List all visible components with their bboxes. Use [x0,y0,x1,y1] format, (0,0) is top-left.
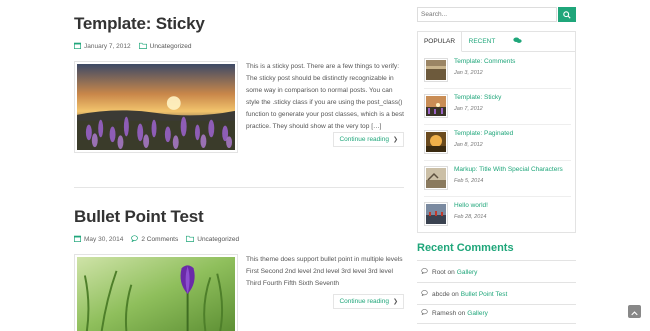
search-input[interactable] [417,7,557,22]
post-meta: May 30, 2014 2 Comments Uncategorized [74,235,404,244]
divider [417,323,576,324]
comment-on-label: on [451,290,459,298]
popular-item-date: Feb 5, 2014 [454,178,484,184]
tab-popular[interactable]: POPULAR [418,32,462,52]
scroll-to-top-button[interactable] [628,305,641,318]
popular-item-date: Jan 3, 2012 [454,70,483,76]
comment-author: Ramesh [432,309,457,317]
folder-icon [138,42,147,51]
post-category[interactable]: Uncategorized [186,235,239,244]
comment-post-link[interactable]: Gallery [457,269,478,276]
divider [417,282,576,283]
comment-on-label: on [447,268,455,276]
comment-icon [421,268,428,276]
post-title[interactable]: Template: Sticky [74,14,404,34]
post-date[interactable]: January 7, 2012 [74,42,131,51]
popular-item[interactable]: Markup: Title With Special Characters Fe… [424,161,571,197]
popular-thumbnail[interactable] [424,58,448,82]
recent-comment-item: Root on Gallery [421,268,477,276]
post-meta: January 7, 2012 Uncategorized [74,42,404,51]
popular-thumbnail[interactable] [424,130,448,154]
popular-item-date: Feb 28, 2014 [454,214,487,220]
recent-comment-item: Ramesh on Gallery [421,309,488,317]
recent-comment-item: abcde on Bullet Point Test [421,290,507,298]
folder-icon [186,235,195,244]
popular-item[interactable]: Template: Comments Jan 3, 2012 [424,53,571,89]
popular-item-title[interactable]: Markup: Title With Special Characters [454,166,563,173]
calendar-icon [74,235,81,244]
widget-tabs: POPULAR RECENT [418,32,575,52]
recent-comments-heading: Recent Comments [417,242,514,254]
popular-item-title[interactable]: Template: Comments [454,58,515,65]
continue-reading-label: Continue reading [339,298,389,305]
comment-icon [421,290,428,298]
post-thumbnail[interactable] [74,254,238,331]
comment-post-link[interactable]: Bullet Point Test [461,291,508,298]
popular-item-title[interactable]: Hello world! [454,202,488,209]
comments-icon [512,37,522,46]
popular-item-date: Jan 8, 2012 [454,142,483,148]
popular-item[interactable]: Template: Sticky Jan 7, 2012 [424,89,571,125]
popular-item[interactable]: Template: Paginated Jan 8, 2012 [424,125,571,161]
popular-item-title[interactable]: Template: Sticky [454,94,501,101]
chevron-right-icon: ❯ [392,137,398,143]
post-divider [74,187,404,188]
post-excerpt: This is a sticky post. There are a few t… [246,63,404,130]
popular-thumbnail[interactable] [424,166,448,190]
popular-item-date: Jan 7, 2012 [454,106,483,112]
post-comments[interactable]: 2 Comments [131,235,178,244]
post-comments-text: 2 Comments [141,236,179,243]
popular-thumbnail[interactable] [424,94,448,118]
search-icon [563,7,571,22]
post-category-text: Uncategorized [197,236,240,243]
comment-icon [131,235,139,244]
comment-icon [421,309,428,317]
tab-comments[interactable] [502,32,532,51]
calendar-icon [74,42,81,51]
continue-reading-label: Continue reading [339,136,389,143]
search-button[interactable] [558,7,576,22]
comment-author: abcde [432,290,450,298]
post-thumbnail[interactable] [74,61,238,153]
continue-reading-button[interactable]: Continue reading ❯ [333,132,404,147]
chevron-up-icon [631,304,638,319]
divider [417,304,576,305]
post-excerpt: This theme does support bullet point in … [246,256,403,287]
post-sticky: Template: Sticky January 7, 2012 Uncateg… [74,14,404,184]
divider [417,260,576,261]
post-date-text: January 7, 2012 [84,43,131,50]
post-title[interactable]: Bullet Point Test [74,207,404,227]
popular-item-title[interactable]: Template: Paginated [454,130,513,137]
post-category[interactable]: Uncategorized [138,42,192,51]
comment-post-link[interactable]: Gallery [467,310,488,317]
chevron-right-icon: ❯ [392,299,398,305]
continue-reading-button[interactable]: Continue reading ❯ [333,294,404,309]
post-date-text: May 30, 2014 [84,236,124,243]
popular-thumbnail[interactable] [424,202,448,226]
comment-on-label: on [458,309,466,317]
popular-item[interactable]: Hello world! Feb 28, 2014 [424,197,571,233]
post-date[interactable]: May 30, 2014 [74,235,123,244]
tab-recent[interactable]: RECENT [462,32,502,51]
post-bullet-point-test: Bullet Point Test May 30, 2014 2 Comment… [74,207,404,331]
post-category-text: Uncategorized [149,43,192,50]
comment-author: Root [432,268,446,276]
popular-recent-widget: POPULAR RECENT Template: Comments Jan 3,… [417,31,576,233]
